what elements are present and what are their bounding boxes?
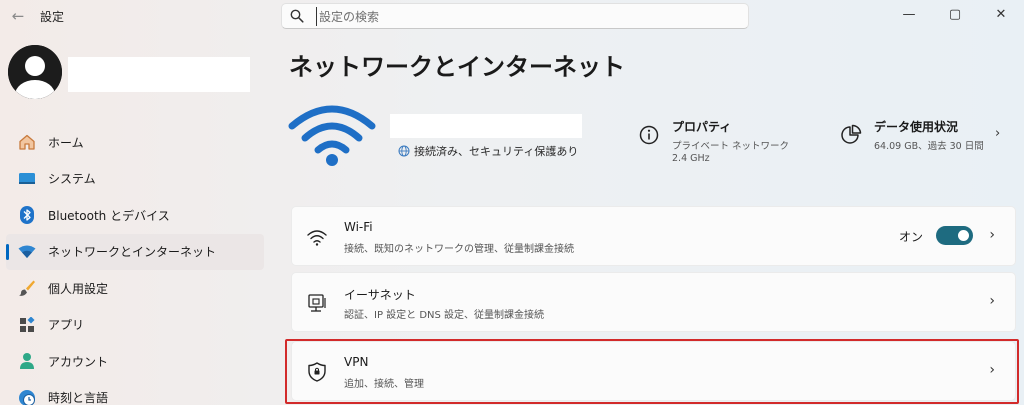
sidebar-item-label: ネットワークとインターネット <box>48 245 217 260</box>
sidebar-item-label: Bluetooth とデバイス <box>48 208 170 223</box>
account-icon <box>16 350 38 372</box>
toggle-knob <box>958 230 969 241</box>
connection-status: 接続済み、セキュリティ保護あり <box>398 143 578 159</box>
ethernet-card-title: イーサネット <box>344 288 416 302</box>
chevron-right-icon: › <box>989 362 995 378</box>
vpn-card-title: VPN <box>344 355 369 369</box>
minimize-button[interactable]: — <box>886 0 932 32</box>
wifi-card[interactable]: Wi-Fi 接続、既知のネットワークの管理、従量制課金接続 オン › <box>291 206 1016 266</box>
vpn-card-description: 追加、接続、管理 <box>344 379 424 390</box>
home-icon <box>16 131 38 153</box>
sidebar-item-home[interactable]: ホーム <box>6 124 264 161</box>
clock-globe-icon <box>16 387 38 405</box>
sidebar-item-label: 個人用設定 <box>48 281 109 296</box>
active-indicator <box>6 243 9 260</box>
sidebar-item-time-language[interactable]: 時刻と言語 <box>6 380 264 405</box>
wifi-toggle[interactable] <box>936 226 973 245</box>
back-arrow-icon[interactable]: ← <box>8 6 28 26</box>
maximize-button[interactable]: ▢ <box>932 0 978 32</box>
search-box[interactable] <box>281 3 749 29</box>
system-icon <box>16 168 38 190</box>
ethernet-card[interactable]: イーサネット 認証、IP 設定と DNS 設定、従量制課金接続 › <box>291 272 1016 332</box>
properties-title: プロパティ <box>672 120 732 134</box>
sidebar-item-accounts[interactable]: アカウント <box>6 343 264 380</box>
ethernet-icon <box>308 294 326 312</box>
sidebar-nav: ホーム システム Bluetooth とデバイス ネットワークとインターネット … <box>6 124 264 405</box>
properties-band: 2.4 GHz <box>672 153 710 164</box>
sidebar-item-bluetooth[interactable]: Bluetooth とデバイス <box>6 197 264 234</box>
user-name-redacted <box>68 57 250 92</box>
pie-chart-icon <box>841 124 862 144</box>
window-controls: — ▢ ✕ <box>886 0 1024 32</box>
app-title: 設定 <box>40 10 65 24</box>
sidebar-item-label: アカウント <box>48 354 109 369</box>
wifi-card-title: Wi-Fi <box>344 220 373 234</box>
avatar[interactable] <box>8 45 62 99</box>
vpn-card[interactable]: VPN 追加、接続、管理 › <box>291 341 1016 401</box>
info-icon <box>639 125 659 145</box>
wifi-toggle-label: オン <box>898 230 923 244</box>
wifi-card-description: 接続、既知のネットワークの管理、従量制課金接続 <box>344 244 574 255</box>
sidebar-item-label: アプリ <box>48 318 85 333</box>
network-icon <box>16 241 38 263</box>
globe-icon <box>398 145 410 157</box>
chevron-right-icon: › <box>989 227 995 243</box>
network-name-redacted <box>390 114 582 138</box>
user-silhouette-icon <box>8 45 62 99</box>
sidebar-item-network[interactable]: ネットワークとインターネット <box>6 233 264 270</box>
wifi-icon <box>307 230 327 246</box>
sidebar-item-label: ホーム <box>48 135 84 150</box>
wifi-large-icon <box>288 105 376 166</box>
sidebar-item-system[interactable]: システム <box>6 161 264 198</box>
bluetooth-icon <box>16 204 38 226</box>
close-button[interactable]: ✕ <box>978 0 1024 32</box>
data-usage-amount: 64.09 GB、過去 30 日間 <box>874 141 984 152</box>
connection-status-text: 接続済み、セキュリティ保護あり <box>414 145 579 158</box>
chevron-right-icon: › <box>989 293 995 309</box>
search-icon <box>290 9 304 23</box>
ethernet-card-description: 認証、IP 設定と DNS 設定、従量制課金接続 <box>344 310 545 321</box>
data-usage-title: データ使用状況 <box>874 120 959 134</box>
search-input[interactable] <box>316 7 736 26</box>
properties-network-type: プライベート ネットワーク <box>672 141 790 152</box>
chevron-right-icon: › <box>995 126 1001 141</box>
page-title: ネットワークとインターネット <box>289 53 625 81</box>
sidebar-item-label: システム <box>48 172 96 187</box>
sidebar-item-personalization[interactable]: 個人用設定 <box>6 270 264 307</box>
shield-icon <box>308 362 326 382</box>
sidebar-item-apps[interactable]: アプリ <box>6 307 264 344</box>
sidebar-item-label: 時刻と言語 <box>48 391 109 405</box>
apps-icon <box>16 314 38 336</box>
brush-icon <box>16 277 38 299</box>
